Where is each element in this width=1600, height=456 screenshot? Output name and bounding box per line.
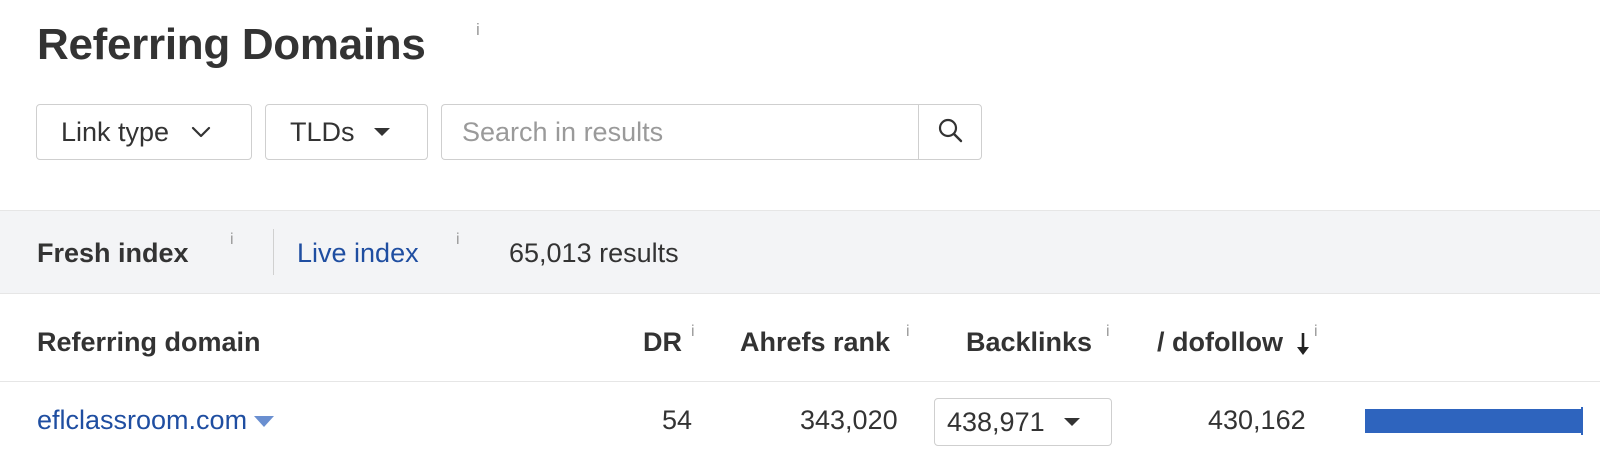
results-count: 65,013 results [509,238,679,268]
arrow-down-icon[interactable] [1296,331,1310,362]
tlds-dropdown[interactable]: TLDs [265,104,428,160]
link-type-dropdown[interactable]: Link type [36,104,252,160]
dofollow-bar-end [1581,407,1583,435]
title-info-icon[interactable]: i [476,20,480,40]
backlinks-info-icon[interactable]: i [1106,323,1110,341]
domain-link[interactable]: eflclassroom.com [37,405,275,436]
column-header-referring-domain[interactable]: Referring domain [37,327,261,358]
ahrefs-rank-value: 343,020 [800,405,898,435]
search-input[interactable] [441,104,923,160]
search-icon [937,117,963,148]
dofollow-bar-fill [1365,409,1581,433]
link-type-label: Link type [61,116,170,147]
chevron-down-icon [191,126,211,138]
backlinks-value: 438,971 [947,406,1045,437]
header-divider [0,381,1600,382]
fresh-index-tab[interactable]: Fresh index [37,238,189,269]
ahrefs-rank-info-icon[interactable]: i [906,323,910,341]
column-header-backlinks[interactable]: Backlinks [966,327,1092,358]
caret-down-icon [373,127,391,137]
tlds-label: TLDs [290,116,355,147]
domain-name: eflclassroom.com [37,405,248,435]
search-button[interactable] [918,104,982,160]
backlinks-dropdown[interactable]: 438,971 [934,398,1112,446]
fresh-index-info-icon[interactable]: i [230,231,234,249]
dofollow-bar [1365,409,1585,433]
live-index-tab[interactable]: Live index [297,238,419,269]
live-index-info-icon[interactable]: i [456,231,460,249]
column-header-dofollow[interactable]: / dofollow [1157,327,1283,358]
dofollow-value: 430,162 [1208,405,1306,435]
tab-separator [273,229,274,275]
dofollow-info-icon[interactable]: i [1314,323,1318,341]
dr-value: 54 [662,405,693,435]
caret-down-icon [1063,417,1081,427]
column-header-ahrefs-rank[interactable]: Ahrefs rank [740,327,890,358]
column-header-dr[interactable]: DR [643,327,682,358]
dr-info-icon[interactable]: i [691,323,695,341]
page-title: Referring Domains [37,20,426,69]
triangle-down-icon[interactable] [253,414,275,428]
index-bar: Fresh index i Live index i 65,013 result… [0,210,1600,294]
